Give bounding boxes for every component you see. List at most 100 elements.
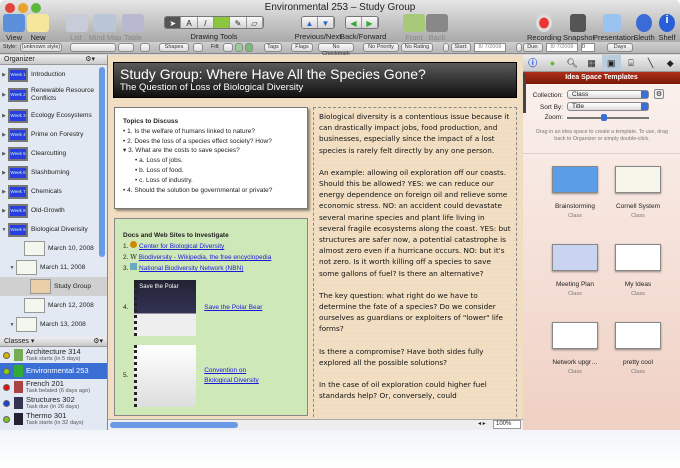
font-select[interactable] (70, 43, 116, 52)
book-tab-icon[interactable]: ⌸ (621, 55, 641, 71)
disclosure-triangle-icon[interactable]: ▶ (0, 92, 8, 98)
template-item[interactable]: Cornell System Class (608, 166, 668, 219)
template-item[interactable]: Brainstorming Class (545, 166, 605, 219)
fill-solid-button[interactable] (245, 43, 253, 52)
disclosure-triangle-icon[interactable]: ▶ (0, 72, 8, 78)
organizer-item[interactable]: ▶ Week 8 Old-Growth (0, 201, 107, 220)
organizer-item[interactable]: ▶ Week 3 Ecology Ecosystems (0, 106, 107, 125)
organizer-item[interactable]: ▼ Week 9 Biological Diverisity (0, 220, 107, 239)
evernote-tab-icon[interactable]: ◆ (660, 55, 680, 71)
template-item[interactable]: My Ideas Class (608, 244, 668, 297)
disclosure-triangle-icon[interactable]: ▼ (8, 322, 16, 328)
search-tab-icon[interactable]: 🔍︎ (562, 55, 582, 71)
template-item[interactable]: Network upgr… Class (545, 322, 605, 375)
back-icon[interactable]: ◀ (346, 17, 362, 28)
back-forward-button[interactable]: ◀ ▶ Back/Forward (340, 14, 386, 41)
polar-bear-document-thumbnail[interactable]: Save the Polar (134, 280, 197, 336)
info-tab-icon[interactable]: ⓘ (523, 55, 543, 71)
table-button[interactable]: Table (122, 14, 144, 42)
rating-button[interactable]: No Rating (401, 43, 433, 52)
start-date-field[interactable]: 8/ 7/2009 (474, 43, 506, 52)
link-center-biological-diversity[interactable]: Center for Biological Diversity (139, 243, 224, 250)
fill-well[interactable] (223, 43, 233, 52)
class-item[interactable]: Architecture 314 Task starts (in 5 days) (0, 347, 107, 363)
new-button[interactable]: New (27, 14, 49, 42)
organizer-item[interactable]: ▶ Week 6 Slashburning (0, 163, 107, 182)
scroll-arrows[interactable]: ◂ ▸ (478, 420, 486, 427)
sleuth-button[interactable]: Sleuth (633, 14, 655, 42)
priority-button[interactable]: No Priority (363, 43, 399, 52)
organizer-subitem[interactable]: Study Group (0, 277, 107, 296)
disclosure-triangle-icon[interactable]: ▶ (0, 132, 8, 138)
front-button[interactable]: Front (402, 14, 426, 42)
link-wikipedia[interactable]: Biodiversity - Wikipedia, the free encyc… (139, 254, 272, 261)
organizer-subitem[interactable]: March 10, 2008 (0, 239, 107, 258)
due-button[interactable]: Due: (523, 43, 543, 52)
tags-button[interactable]: Tags (264, 43, 282, 52)
idea-space-canvas[interactable]: Study Group: Where Have All the Species … (108, 55, 523, 427)
eraser-icon[interactable]: ▱ (246, 17, 263, 28)
organizer-subitem[interactable]: ▼ March 13, 2008 (0, 315, 107, 334)
pen-tab-icon[interactable]: ╲ (641, 55, 661, 71)
presentation-button[interactable]: Presentation (593, 14, 635, 42)
collection-select[interactable]: Class (567, 90, 649, 99)
organizer-item[interactable]: ▶ Week 1 Introduction (0, 65, 107, 84)
disclosure-triangle-icon[interactable]: ▶ (0, 113, 8, 119)
class-item[interactable]: Thermo 301 Task starts (in 32 days) (0, 411, 107, 427)
shelf-button[interactable]: i Shelf (656, 14, 678, 42)
disclosure-triangle-icon[interactable]: ▶ (0, 208, 8, 214)
status-tab-icon[interactable]: ● (543, 55, 563, 71)
disclosure-triangle-icon[interactable]: ▶ (0, 151, 8, 157)
text-tool-icon[interactable]: A (181, 17, 198, 28)
line-tool-icon[interactable]: / (197, 17, 214, 28)
organizer-item[interactable]: ▶ Week 4 Prime on Forestry (0, 125, 107, 144)
sort-select[interactable]: Title (567, 102, 649, 111)
disclosure-triangle-icon[interactable]: ▼ (0, 227, 8, 233)
next-icon[interactable]: ▼ (318, 17, 334, 28)
scroll-thumb[interactable] (110, 422, 238, 428)
template-item[interactable]: Meeting Plan Class (545, 244, 605, 297)
due-date-field[interactable]: 8/ 7/2009 (546, 43, 578, 52)
discussion-text-box[interactable]: Biological diversity is a contentious is… (313, 107, 517, 427)
zoom-slider[interactable] (567, 114, 649, 121)
topics-box[interactable]: Topics to Discuss • 1. Is the welfare of… (114, 107, 308, 209)
disclosure-triangle-icon[interactable]: ▼ (8, 265, 16, 271)
organizer-subitem[interactable]: ▼ March 11, 2008 (0, 258, 107, 277)
start-button[interactable]: Start: (451, 43, 471, 52)
days-button[interactable]: Days (607, 43, 633, 52)
disclosure-triangle-icon[interactable]: ▶ (0, 189, 8, 195)
flags-button[interactable]: Flags (291, 43, 313, 52)
link-save-polar-bear[interactable]: Save the Polar Bear (204, 303, 262, 313)
class-item[interactable]: Environmental 253 (0, 363, 107, 379)
view-button[interactable]: View (3, 14, 25, 42)
gear-icon[interactable]: ⚙▾ (85, 55, 95, 65)
docs-box[interactable]: Docs and Web Sites to Investigate 1. Cen… (114, 218, 308, 416)
pen-tool-icon[interactable]: ✎ (230, 17, 247, 28)
template-item[interactable]: pretty cool Class (608, 322, 668, 375)
templates-tab-icon[interactable]: ▣ (601, 55, 622, 71)
link-nbn[interactable]: National Biodiversity Network (NBN) (139, 265, 243, 272)
classes-title[interactable]: Classes (4, 338, 29, 345)
days-field[interactable]: 0 (581, 43, 595, 52)
organizer-subitem[interactable]: March 12, 2008 (0, 296, 107, 315)
previous-icon[interactable]: ▲ (302, 17, 318, 28)
calendar-tab-icon[interactable]: ▦ (582, 55, 602, 71)
size-select[interactable] (118, 43, 134, 52)
classes-gear-icon[interactable]: ⚙▾ (93, 337, 103, 347)
horizontal-scrollbar[interactable]: ◂ ▸ 100% (108, 419, 523, 430)
inspector-scrollbar[interactable] (523, 73, 526, 113)
shapes-button[interactable]: Shapes (159, 43, 189, 52)
fill-gradient-button[interactable] (235, 43, 243, 52)
shape-color-icon[interactable] (213, 17, 231, 28)
recording-button[interactable]: Recording (527, 14, 561, 42)
zoom-slider-knob[interactable] (601, 114, 608, 121)
back-button[interactable]: Back (426, 14, 448, 42)
zoom-field[interactable]: 100% (493, 420, 521, 429)
start-checkbox[interactable] (443, 43, 449, 52)
forward-icon[interactable]: ▶ (362, 17, 378, 28)
color-well[interactable] (140, 43, 150, 52)
due-checkbox[interactable] (516, 43, 522, 52)
mind-map-button[interactable]: Mind Map (88, 14, 122, 42)
link-convention-biological-diversity[interactable]: Convention on Biological Diversity (204, 366, 274, 386)
pointer-tool-icon[interactable]: ➤ (165, 17, 182, 28)
